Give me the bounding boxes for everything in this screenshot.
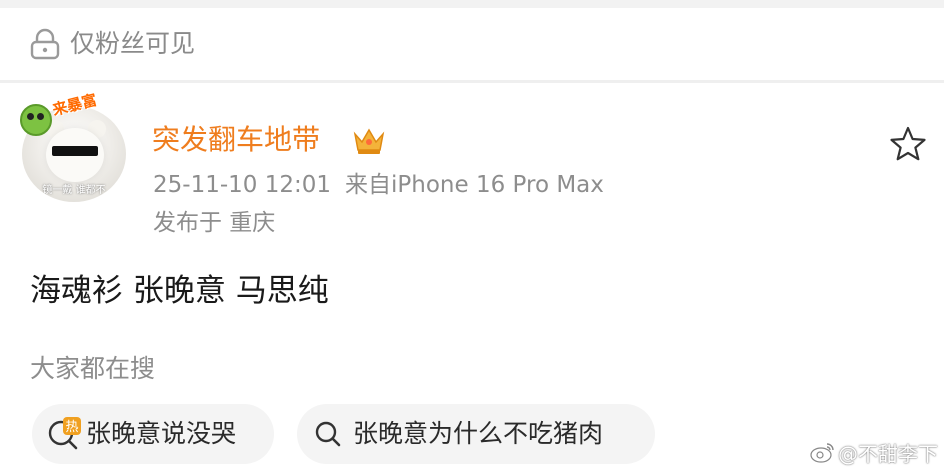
crown-icon — [353, 128, 385, 154]
avatar[interactable]: 镜一戴 谁都不 来暴富 — [20, 91, 130, 204]
post-source: 来自iPhone 16 Pro Max — [345, 172, 604, 198]
hot-search-icon: 热 — [48, 417, 81, 450]
svg-text:热: 热 — [65, 420, 78, 435]
watermark-text: @不甜李下 — [838, 441, 938, 466]
related-search-label: 张晚意为什么不吃猪肉 — [353, 419, 604, 448]
author-name[interactable]: 突发翻车地带 — [152, 121, 320, 159]
post-meta: 25-11-10 12:01 来自iPhone 16 Pro Max — [153, 170, 604, 200]
weibo-logo-icon — [810, 443, 834, 463]
avatar-caption: 镜一戴 谁都不 — [42, 185, 106, 196]
visibility-notice: 仅粉丝可见 — [0, 8, 944, 80]
related-search-chip[interactable]: 张晚意为什么不吃猪肉 — [297, 404, 655, 464]
post-content: 海魂衫 张晚意 马思纯 — [30, 273, 329, 309]
lock-icon — [30, 28, 60, 60]
related-search-label: 张晚意说没哭 — [86, 419, 237, 448]
frog-sticker-icon — [20, 104, 52, 136]
section-separator — [0, 80, 944, 83]
sunglasses-graphic — [52, 146, 98, 156]
search-icon — [315, 421, 341, 447]
post-timestamp: 25-11-10 12:01 — [153, 172, 331, 198]
star-icon[interactable] — [888, 124, 928, 164]
watermark: @不甜李下 — [810, 434, 938, 470]
visibility-label: 仅粉丝可见 — [70, 29, 196, 58]
related-search-chip[interactable]: 热 张晚意说没哭 — [32, 404, 274, 464]
top-divider — [0, 0, 944, 8]
post-location: 发布于 重庆 — [153, 210, 276, 236]
related-search-title: 大家都在搜 — [30, 354, 156, 383]
